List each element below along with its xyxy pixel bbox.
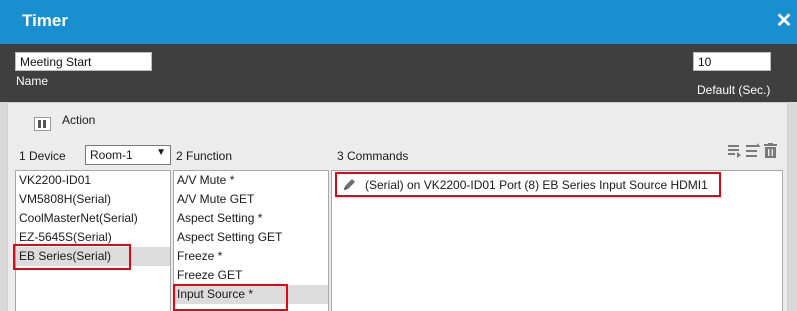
- panel-toggle-icon[interactable]: [34, 117, 51, 131]
- list-item[interactable]: EB Series(Serial): [16, 247, 170, 266]
- move-command-icon[interactable]: [745, 143, 760, 158]
- chevron-down-icon: ▼: [156, 147, 166, 158]
- title-bar: Timer ✕: [0, 0, 797, 44]
- action-label: Action: [62, 113, 96, 127]
- default-seconds-input[interactable]: [693, 52, 771, 71]
- close-icon[interactable]: ✕: [774, 11, 794, 31]
- list-item[interactable]: EZ-5645S(Serial): [16, 228, 170, 247]
- name-label: Name: [16, 74, 49, 88]
- list-item[interactable]: VM5808H(Serial): [16, 190, 170, 209]
- list-item[interactable]: Aspect Setting GET: [174, 228, 328, 247]
- room-select[interactable]: Room-1 ▼: [85, 145, 171, 165]
- pencil-icon[interactable]: [342, 178, 356, 192]
- function-list: A/V Mute * A/V Mute GET Aspect Setting *…: [173, 170, 329, 311]
- add-command-icon[interactable]: [727, 143, 742, 158]
- list-item[interactable]: Aspect Setting *: [174, 209, 328, 228]
- list-item[interactable]: Input Source *: [174, 285, 328, 304]
- device-list: VK2200-ID01 VM5808H(Serial) CoolMasterNe…: [15, 170, 171, 311]
- room-select-value: Room-1: [90, 148, 133, 162]
- list-item[interactable]: Freeze GET: [174, 266, 328, 285]
- window-title: Timer: [22, 11, 68, 30]
- list-item[interactable]: Freeze *: [174, 247, 328, 266]
- timer-name-input[interactable]: [15, 52, 152, 71]
- default-seconds-label: Default (Sec.): [697, 83, 771, 97]
- function-column-header: 2 Function: [176, 149, 233, 163]
- commands-column-header: 3 Commands: [337, 149, 409, 163]
- list-item[interactable]: VK2200-ID01: [16, 171, 170, 190]
- list-item[interactable]: A/V Mute *: [174, 171, 328, 190]
- command-text: (Serial) on VK2200-ID01 Port (8) EB Seri…: [365, 178, 708, 192]
- device-column-header: 1 Device: [19, 149, 66, 163]
- command-row[interactable]: (Serial) on VK2200-ID01 Port (8) EB Seri…: [337, 174, 722, 196]
- trash-icon[interactable]: [763, 143, 778, 158]
- list-item[interactable]: CoolMasterNet(Serial): [16, 209, 170, 228]
- list-item[interactable]: A/V Mute GET: [174, 190, 328, 209]
